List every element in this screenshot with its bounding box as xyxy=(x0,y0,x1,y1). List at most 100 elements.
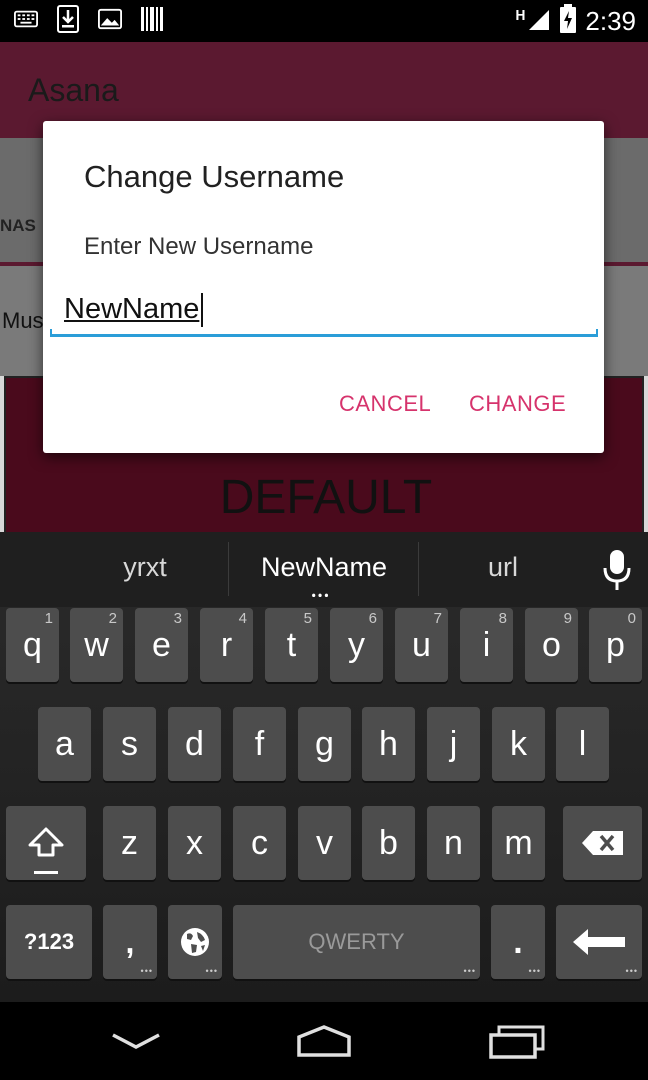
key-i[interactable]: 8i xyxy=(460,608,513,682)
key-c[interactable]: c xyxy=(233,806,286,880)
comma-key-label: , xyxy=(125,923,135,960)
key-g[interactable]: g xyxy=(298,707,351,781)
battery-charging-icon xyxy=(559,4,577,38)
suggestion-divider xyxy=(418,542,419,596)
dialog-message: Enter New Username xyxy=(84,233,314,260)
language-key[interactable]: ••• xyxy=(168,905,222,979)
barcode-icon xyxy=(140,6,164,32)
key-r[interactable]: 4r xyxy=(200,608,253,682)
key-more-dots: ••• xyxy=(140,966,153,976)
key-z[interactable]: z xyxy=(103,806,156,880)
key-label: q xyxy=(23,625,42,664)
key-label: o xyxy=(542,625,561,664)
suggestion-strip: yrxt NewName ••• url xyxy=(0,532,648,607)
symbols-key[interactable]: ?123 xyxy=(6,905,92,979)
key-label: r xyxy=(220,625,233,664)
key-f[interactable]: f xyxy=(233,707,286,781)
key-x[interactable]: x xyxy=(168,806,221,880)
download-icon xyxy=(56,5,80,33)
input-underline xyxy=(50,329,598,337)
space-bar-label: QWERTY xyxy=(308,929,405,954)
key-p[interactable]: 0p xyxy=(589,608,642,682)
key-label: p xyxy=(606,625,625,664)
change-button[interactable]: CHANGE xyxy=(469,391,566,417)
microphone-icon[interactable] xyxy=(600,548,634,592)
key-label: e xyxy=(152,625,171,664)
key-label: l xyxy=(578,724,587,763)
period-key[interactable]: . ••• xyxy=(491,905,545,979)
key-v[interactable]: v xyxy=(298,806,351,880)
enter-icon xyxy=(573,929,625,955)
default-label: DEFAULT xyxy=(219,471,433,524)
key-a[interactable]: a xyxy=(38,707,91,781)
key-label: y xyxy=(348,625,365,664)
navigation-bar xyxy=(0,1002,648,1080)
key-hint: 4 xyxy=(238,610,247,627)
key-l[interactable]: l xyxy=(556,707,609,781)
comma-key[interactable]: , ••• xyxy=(103,905,157,979)
suggestion-center[interactable]: NewName xyxy=(232,552,416,583)
key-u[interactable]: 7u xyxy=(395,608,448,682)
globe-icon xyxy=(181,928,209,956)
key-j[interactable]: j xyxy=(427,707,480,781)
username-input[interactable]: NewName xyxy=(50,289,598,337)
key-o[interactable]: 9o xyxy=(525,608,578,682)
key-hint: 0 xyxy=(627,610,636,627)
key-h[interactable]: h xyxy=(362,707,415,781)
keyboard-icon xyxy=(14,6,38,32)
key-label: t xyxy=(286,625,297,664)
key-more-dots: ••• xyxy=(205,966,218,976)
key-b[interactable]: b xyxy=(362,806,415,880)
tab-label-partial: NAS xyxy=(0,216,36,235)
more-suggestions-icon: ••• xyxy=(311,586,331,605)
key-hint: 9 xyxy=(563,610,572,627)
shift-key[interactable] xyxy=(6,806,86,880)
recents-icon[interactable] xyxy=(480,1020,550,1062)
dialog-title: Change Username xyxy=(84,159,345,194)
key-label: i xyxy=(482,625,491,664)
cancel-button[interactable]: CANCEL xyxy=(339,391,431,417)
key-label: z xyxy=(121,823,138,862)
key-n[interactable]: n xyxy=(427,806,480,880)
row-label-partial: Mus xyxy=(2,308,44,333)
symbols-key-label: ?123 xyxy=(23,929,75,954)
suggestion-divider xyxy=(228,542,229,596)
soft-keyboard: yrxt NewName ••• url ?123 , ••• ••• QWER… xyxy=(0,532,648,1002)
key-label: s xyxy=(121,724,138,763)
key-label: v xyxy=(316,823,333,862)
key-label: f xyxy=(254,724,265,763)
key-e[interactable]: 3e xyxy=(135,608,188,682)
space-bar[interactable]: QWERTY ••• xyxy=(233,905,480,979)
key-hint: 3 xyxy=(173,610,182,627)
enter-key[interactable]: ••• xyxy=(556,905,642,979)
period-key-label: . xyxy=(513,922,523,961)
backspace-key[interactable] xyxy=(563,806,642,880)
suggestion-left[interactable]: yrxt xyxy=(80,552,210,583)
key-label: w xyxy=(84,625,109,664)
key-label: m xyxy=(504,823,533,862)
key-w[interactable]: 2w xyxy=(70,608,123,682)
key-label: n xyxy=(444,823,463,862)
app-title: Asana xyxy=(28,72,119,108)
key-hint: 5 xyxy=(303,610,312,627)
key-k[interactable]: k xyxy=(492,707,545,781)
key-d[interactable]: d xyxy=(168,707,221,781)
key-t[interactable]: 5t xyxy=(265,608,318,682)
key-y[interactable]: 6y xyxy=(330,608,383,682)
home-icon[interactable] xyxy=(289,1020,359,1062)
status-bar: H 2:39 xyxy=(0,0,648,42)
key-label: b xyxy=(379,823,398,862)
suggestion-right[interactable]: url xyxy=(440,552,566,583)
key-m[interactable]: m xyxy=(492,806,545,880)
key-more-dots: ••• xyxy=(625,966,638,976)
key-more-dots: ••• xyxy=(528,966,541,976)
key-label: a xyxy=(55,724,74,763)
key-q[interactable]: 1q xyxy=(6,608,59,682)
network-type: H xyxy=(515,8,526,24)
key-hint: 1 xyxy=(44,610,53,627)
key-s[interactable]: s xyxy=(103,707,156,781)
key-label: j xyxy=(449,724,458,763)
key-label: d xyxy=(185,724,204,763)
back-icon[interactable] xyxy=(101,1020,171,1062)
key-label: h xyxy=(379,724,398,763)
